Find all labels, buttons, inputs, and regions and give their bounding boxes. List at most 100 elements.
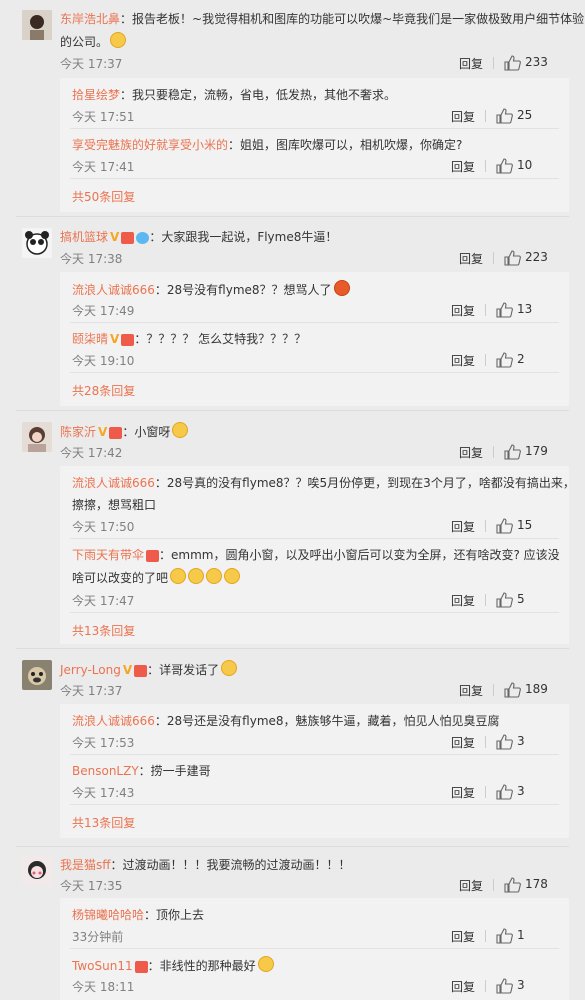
comment-time: 今天 17:37 <box>60 57 123 71</box>
thumbs-up-icon[interactable] <box>495 518 513 534</box>
reply-time: 今天 17:53 <box>72 736 135 750</box>
reply-username[interactable]: 颐柒晴 <box>72 332 108 346</box>
reply-time: 今天 17:47 <box>72 594 135 608</box>
member-badge-icon <box>121 231 135 244</box>
reply-username[interactable]: TwoSun11 <box>72 959 133 973</box>
reply-text: ：28号还是没有flyme8，魅族够牛逼，藏着，怕见人怕见臭豆腐 <box>154 714 500 728</box>
thumbs-up-icon[interactable] <box>503 55 521 71</box>
reply-button[interactable]: 回复 <box>451 352 475 369</box>
thumbs-up-icon[interactable] <box>503 250 521 266</box>
reply-username[interactable]: 流浪人诚诚666 <box>72 283 155 297</box>
comment-text: ：详哥发话了 <box>147 663 220 677</box>
thumbs-up-icon[interactable] <box>495 784 513 800</box>
more-replies-link[interactable]: 共13条回复 <box>72 814 135 831</box>
thumbs-up-icon[interactable] <box>495 108 513 124</box>
like-count: 3 <box>517 784 525 798</box>
like-count: 13 <box>517 302 533 316</box>
comment-time: 今天 17:38 <box>60 252 123 266</box>
more-replies-link[interactable]: 共28条回复 <box>72 382 135 399</box>
reply-button[interactable]: 回复 <box>451 108 475 125</box>
avatar[interactable] <box>22 422 52 452</box>
comment-text: ：过渡动画！！！我要流畅的过渡动画！！！ <box>110 858 351 872</box>
thumbs-up-icon[interactable] <box>495 928 513 944</box>
like-count: 2 <box>517 352 525 366</box>
comment-time: 今天 17:37 <box>60 684 123 698</box>
comment-username[interactable]: 搞机篮球 <box>60 230 108 244</box>
reply-time: 今天 18:11 <box>72 980 135 994</box>
comment-username[interactable]: 我是猫sff <box>60 858 111 872</box>
reply-username[interactable]: 杨锦曦哈哈哈 <box>72 908 144 922</box>
comment-username[interactable]: Jerry-Long <box>60 663 121 677</box>
reply-username[interactable]: 享受完魅族的好就享受小米的 <box>72 138 228 152</box>
reply-button[interactable]: 回复 <box>451 784 475 801</box>
emoji-icon <box>188 568 205 584</box>
avatar[interactable] <box>22 856 52 886</box>
thumbs-up-icon[interactable] <box>495 352 513 368</box>
reply-time: 今天 17:50 <box>72 520 135 534</box>
verified-icon: V <box>98 425 108 439</box>
reply-button[interactable]: 回复 <box>451 592 475 609</box>
reply-button[interactable]: 回复 <box>451 158 475 175</box>
member-badge-icon <box>109 426 123 439</box>
thumbs-up-icon[interactable] <box>495 158 513 174</box>
member-badge-icon <box>134 664 148 677</box>
more-replies-link[interactable]: 共13条回复 <box>72 622 135 639</box>
reply-button[interactable]: 回复 <box>451 978 475 995</box>
reply-box: 拾星绘梦：我只要稳定，流畅，省电，低发热，其他不奢求。 今天 17:51 回复 … <box>60 78 569 212</box>
emoji-icon <box>257 956 274 972</box>
reply-time: 今天 17:43 <box>72 786 135 800</box>
like-count: 15 <box>517 518 533 532</box>
reply-username[interactable]: 下雨天有带伞 <box>72 548 144 562</box>
reply-time: 今天 17:41 <box>72 160 135 174</box>
reply-button[interactable]: 回复 <box>459 877 483 894</box>
like-count: 3 <box>517 734 525 748</box>
like-count: 223 <box>525 250 548 264</box>
comment-username[interactable]: 陈家沂 <box>60 425 96 439</box>
like-count: 5 <box>517 592 525 606</box>
thumbs-up-icon[interactable] <box>495 592 513 608</box>
like-count: 25 <box>517 108 533 122</box>
avatar[interactable] <box>22 660 52 690</box>
reply-username[interactable]: BensonLZY <box>72 764 139 778</box>
like-count: 1 <box>517 928 525 942</box>
reply-username[interactable]: 拾星绘梦 <box>72 88 120 102</box>
thumbs-up-icon[interactable] <box>495 302 513 318</box>
thumbs-up-icon[interactable] <box>503 444 521 460</box>
like-count: 189 <box>525 682 548 696</box>
member-badge-icon <box>146 549 160 562</box>
thumbs-up-icon[interactable] <box>495 978 513 994</box>
reply-username[interactable]: 流浪人诚诚666 <box>72 476 155 490</box>
shield-badge-icon <box>136 231 150 244</box>
like-count: 233 <box>525 55 548 69</box>
emoji-icon <box>206 568 223 584</box>
emoji-icon <box>221 660 238 676</box>
reply-text: ：28号真的没有flyme8？？唉5月份停更，到现在3个月了，啥都没有搞出来， <box>154 476 575 490</box>
reply-button[interactable]: 回复 <box>459 55 483 72</box>
avatar[interactable] <box>22 228 52 258</box>
thumbs-up-icon[interactable] <box>495 734 513 750</box>
reply-box: 流浪人诚诚666：28号真的没有flyme8？？唉5月份停更，到现在3个月了，啥… <box>60 466 575 644</box>
reply-box: 流浪人诚诚666：28号没有flyme8？？想骂人了 今天 17:49 回复 1… <box>60 272 569 406</box>
reply-box: 流浪人诚诚666：28号还是没有flyme8，魅族够牛逼，藏着，怕见人怕见臭豆腐… <box>60 704 569 838</box>
avatar[interactable] <box>22 10 52 40</box>
reply-button[interactable]: 回复 <box>459 682 483 699</box>
reply-button[interactable]: 回复 <box>451 734 475 751</box>
more-replies-link[interactable]: 共50条回复 <box>72 188 135 205</box>
reply-button[interactable]: 回复 <box>451 928 475 945</box>
thumbs-up-icon[interactable] <box>503 682 521 698</box>
like-count: 3 <box>517 978 525 992</box>
emoji-icon <box>110 32 127 48</box>
comment-time: 今天 17:42 <box>60 446 123 460</box>
reply-button[interactable]: 回复 <box>459 444 483 461</box>
reply-username[interactable]: 流浪人诚诚666 <box>72 714 155 728</box>
reply-text: ：姐姐，图库吹爆可以，相机吹爆，你确定? <box>228 138 463 152</box>
member-badge-icon <box>134 960 148 973</box>
thumbs-up-icon[interactable] <box>503 877 521 893</box>
reply-text: ：我只要稳定，流畅，省电，低发热，其他不奢求。 <box>120 88 397 102</box>
comment-text: 的公司。 <box>60 35 109 49</box>
like-count: 178 <box>525 877 548 891</box>
reply-button[interactable]: 回复 <box>451 302 475 319</box>
reply-button[interactable]: 回复 <box>451 518 475 535</box>
comment-username[interactable]: 东岸浩北鼻 <box>60 12 120 26</box>
reply-button[interactable]: 回复 <box>459 250 483 267</box>
